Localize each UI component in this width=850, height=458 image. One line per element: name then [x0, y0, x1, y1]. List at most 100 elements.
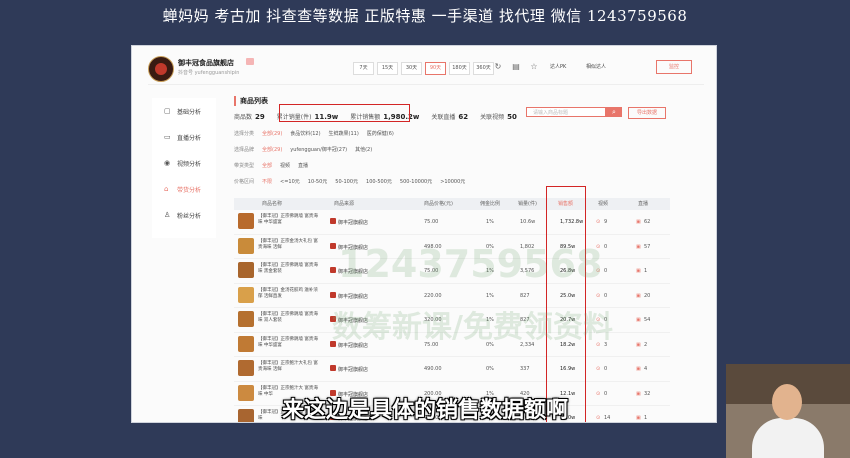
watermark-number: 1243759568 [338, 242, 603, 286]
filter-option[interactable]: 全部(29) [262, 130, 282, 137]
filter-option[interactable]: 直播 [298, 162, 308, 169]
product-volume: 10.6w [520, 219, 536, 225]
live-count-icon[interactable]: ▣ [636, 366, 641, 372]
product-video-count[interactable]: 9 [604, 219, 607, 225]
report-icon[interactable]: ▤ [511, 62, 521, 72]
stat-video-count: 关联视频 50 [480, 112, 517, 121]
product-name[interactable]: 【御丰冠】正宗佛跳墙 富贵海味 黑金套装 [258, 263, 318, 275]
filter-option[interactable]: 视频 [280, 162, 290, 169]
product-thumbnail[interactable] [238, 286, 254, 303]
related-link[interactable]: 相似达人 [586, 63, 606, 70]
video-subtitle: 来这边是具体的销售数据额啊 [281, 398, 568, 423]
product-live-count[interactable]: 62 [644, 219, 650, 225]
filter-option[interactable]: <=10元 [280, 178, 300, 185]
product-shop[interactable]: 御丰冠旗舰店 [338, 366, 368, 373]
product-live-count[interactable]: 20 [644, 293, 650, 299]
col-volume[interactable]: 销量(件) [518, 198, 537, 210]
search-icon[interactable]: ⌕ [606, 107, 622, 117]
live-count-icon[interactable]: ▣ [636, 317, 641, 323]
table-row[interactable]: 【御丰冠】正宗鲍汁大礼包 富贵海味 活鲜 御丰冠旗舰店 490.00 0% 337 16.… [234, 357, 670, 382]
product-name[interactable]: 【御丰冠】正宗鲍汁大礼包 富贵海味 活鲜 [258, 361, 318, 373]
video-count-icon[interactable]: ⊙ [596, 219, 600, 225]
sidebar-item-label: 直播分析 [177, 134, 202, 142]
col-commission[interactable]: 佣金比例 [480, 198, 500, 210]
video-icon: ◉ [164, 159, 171, 167]
table-row[interactable]: 【御丰冠】正宗佛跳墙 富贵海味 中华盛宴 御丰冠旗舰店 75.00 1% 10.6w 1,… [234, 210, 670, 235]
filter-option[interactable]: 50-100元 [335, 178, 358, 185]
filter-type: 带货类型 全部 视频 直播 [234, 162, 309, 169]
filter-option[interactable]: 其他(2) [355, 146, 372, 153]
filter-option[interactable]: 食品饮料(12) [290, 130, 320, 137]
refresh-icon[interactable]: ↻ [493, 62, 503, 72]
product-shop[interactable]: 御丰冠旗舰店 [338, 293, 368, 300]
product-thumbnail[interactable] [238, 262, 254, 278]
product-live-count[interactable]: 54 [644, 317, 650, 323]
product-live-count[interactable]: 57 [644, 244, 650, 250]
filter-option[interactable]: 10-50元 [308, 178, 328, 185]
product-thumbnail[interactable] [238, 335, 254, 352]
product-live-count[interactable]: 4 [644, 366, 647, 372]
filter-option[interactable]: 500-10000元 [400, 178, 432, 185]
range-tab-15[interactable]: 15天 [377, 62, 398, 75]
live-count-icon[interactable]: ▣ [636, 219, 641, 225]
product-name[interactable]: 【御丰冠】正宗佛跳墙 富贵海味 中华盛宴 [258, 214, 318, 226]
sidebar-item-basic[interactable]: ▢ 基础分析 [152, 98, 216, 124]
product-thumbnail[interactable] [238, 213, 254, 229]
export-button[interactable]: 导出数据 [628, 107, 666, 119]
product-name[interactable]: 【御丰冠】金汤花胶鸡 滋补浓郁 活鲜直发 [258, 288, 318, 300]
monitor-button[interactable]: 监控 [656, 60, 692, 74]
col-price[interactable]: 商品价格(元) [424, 198, 453, 210]
video-count-icon[interactable]: ⊙ [596, 366, 600, 372]
filter-option[interactable]: 全部(29) [262, 146, 282, 153]
product-shop[interactable]: 御丰冠旗舰店 [338, 219, 368, 226]
product-video-count[interactable]: 0 [604, 293, 607, 299]
live-count-icon[interactable]: ▣ [636, 342, 641, 348]
product-name[interactable]: 【御丰冠】正宗金汤大礼包 富贵海味 活鲜 [258, 239, 318, 251]
product-name[interactable]: 【御丰冠】正宗佛跳墙 富贵海味 中华盛宴 [258, 337, 318, 349]
sidebar-item-goods[interactable]: ⌂ 带货分析 [152, 176, 216, 202]
product-commission: 0% [486, 366, 494, 372]
sidebar-item-video[interactable]: ◉ 视频分析 [152, 150, 216, 176]
product-live-count[interactable]: 1 [644, 268, 647, 274]
date-range-tabs: 7天 15天 30天 90天 180天 360天 [353, 62, 494, 75]
col-name: 商品名称 [262, 201, 283, 207]
shop-name: 御丰冠食品旗舰店 [178, 59, 234, 67]
live-count-icon[interactable]: ▣ [636, 244, 641, 250]
live-icon: ▭ [164, 133, 171, 141]
filter-option[interactable]: 生鲜蔬果(11) [329, 130, 359, 137]
product-thumbnail[interactable] [238, 360, 254, 376]
range-tab-360[interactable]: 360天 [473, 62, 494, 75]
range-tab-30[interactable]: 30天 [401, 62, 422, 75]
filter-option[interactable]: 不限 [262, 178, 272, 185]
filter-option[interactable]: 医药保健(6) [367, 130, 394, 137]
table-header: 商品名称 商品来源 商品价格(元) 佣金比例 销量(件) 销售额 视频 直播 [234, 198, 670, 210]
basic-icon: ▢ [164, 107, 171, 115]
product-video-count[interactable]: 0 [604, 244, 607, 250]
range-tab-180[interactable]: 180天 [449, 62, 470, 75]
product-thumbnail[interactable] [238, 237, 254, 254]
section-title: 商品列表 [234, 96, 268, 106]
star-icon[interactable]: ☆ [529, 62, 539, 72]
range-tab-7[interactable]: 7天 [353, 62, 374, 75]
sidebar-item-fans[interactable]: ♙ 粉丝分析 [152, 202, 216, 228]
product-thumbnail[interactable] [238, 311, 254, 327]
col-video[interactable]: 视频 [598, 198, 608, 210]
range-tab-90[interactable]: 90天 [425, 62, 446, 75]
filter-option[interactable]: 全部 [262, 162, 272, 169]
filter-option[interactable]: 100-500元 [366, 178, 392, 185]
col-live[interactable]: 直播 [638, 198, 648, 210]
live-count-icon[interactable]: ▣ [636, 268, 641, 274]
compare-link[interactable]: 达人PK [550, 63, 566, 70]
video-count-icon[interactable]: ⊙ [596, 293, 600, 299]
filter-option[interactable]: >10000元 [440, 178, 465, 185]
filter-option[interactable]: yufengguan/御丰冠(27) [290, 146, 347, 153]
live-count-icon[interactable]: ▣ [636, 293, 641, 299]
product-video-count[interactable]: 0 [604, 366, 607, 372]
product-video-count[interactable]: 0 [604, 268, 607, 274]
product-live-count[interactable]: 2 [644, 342, 647, 348]
product-price: 490.00 [424, 366, 442, 372]
search-input[interactable]: 请输入商品标题 [526, 107, 606, 117]
product-name[interactable]: 【御丰冠】正宗佛跳墙 富贵海味 双人套装 [258, 312, 318, 324]
sidebar-item-live[interactable]: ▭ 直播分析 [152, 124, 216, 150]
filter-brand: 选择品牌 全部(29) yufengguan/御丰冠(27) 其他(2) [234, 146, 373, 153]
